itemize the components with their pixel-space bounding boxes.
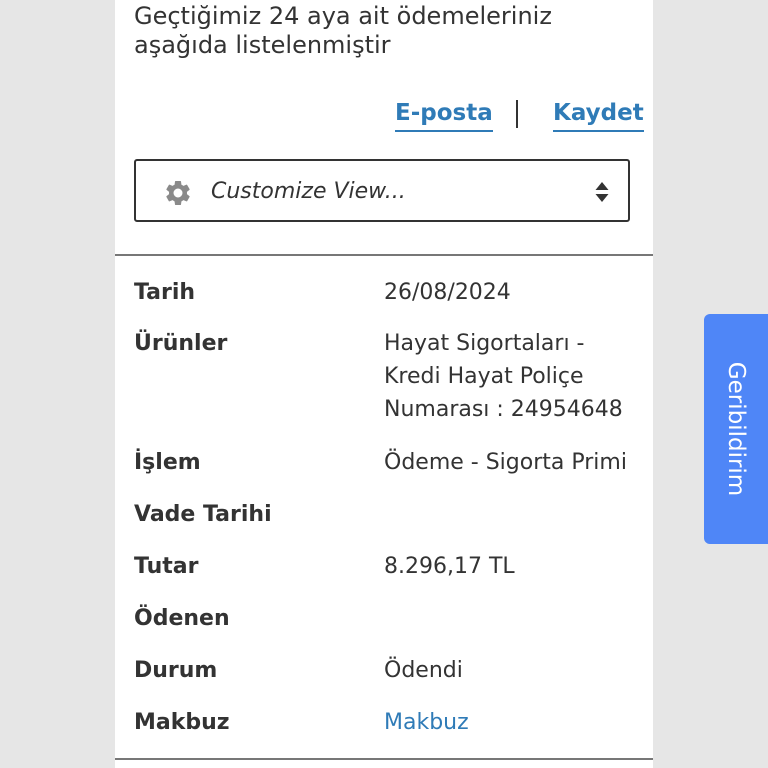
section-divider-top <box>115 254 653 256</box>
products-value-line-2: Kredi Hayat Poliçe <box>384 364 584 389</box>
action-separator <box>516 100 518 128</box>
products-value: Hayat Sigortaları - Kredi Hayat Poliçe N… <box>384 327 644 426</box>
products-value-line-3: Numarası : 24954648 <box>384 397 623 422</box>
transaction-label: İşlem <box>134 450 201 475</box>
customize-view-label: Customize View... <box>211 179 406 204</box>
amount-value: 8.296,17 TL <box>384 554 515 579</box>
gear-icon <box>166 180 190 205</box>
date-label: Tarih <box>134 280 196 305</box>
amount-label: Tutar <box>134 554 199 579</box>
status-label: Durum <box>134 658 218 683</box>
date-value: 26/08/2024 <box>384 280 511 305</box>
email-link[interactable]: E-posta <box>395 98 493 132</box>
intro-line-2: aşağıda listelenmiştir <box>134 31 391 59</box>
intro-text: Geçtiğimiz 24 aya ait ödemeleriniz aşağı… <box>134 2 634 60</box>
feedback-label: Geribildirim <box>723 361 749 497</box>
paid-label: Ödenen <box>134 606 230 631</box>
payments-card: Geçtiğimiz 24 aya ait ödemeleriniz aşağı… <box>115 0 653 768</box>
products-label: Ürünler <box>134 331 228 356</box>
status-value: Ödendi <box>384 658 463 683</box>
sort-updown-icon <box>595 182 609 202</box>
intro-line-1: Geçtiğimiz 24 aya ait ödemeleriniz <box>134 2 552 30</box>
receipt-link[interactable]: Makbuz <box>384 706 644 739</box>
section-divider-bottom <box>115 758 653 760</box>
products-value-line-1: Hayat Sigortaları - <box>384 331 585 356</box>
save-link[interactable]: Kaydet <box>553 98 644 132</box>
receipt-label: Makbuz <box>134 710 230 735</box>
feedback-tab[interactable]: Geribildirim <box>704 314 768 544</box>
customize-view-select[interactable]: Customize View... <box>134 159 630 222</box>
due-date-label: Vade Tarihi <box>134 502 272 527</box>
transaction-value: Ödeme - Sigorta Primi <box>384 450 627 475</box>
